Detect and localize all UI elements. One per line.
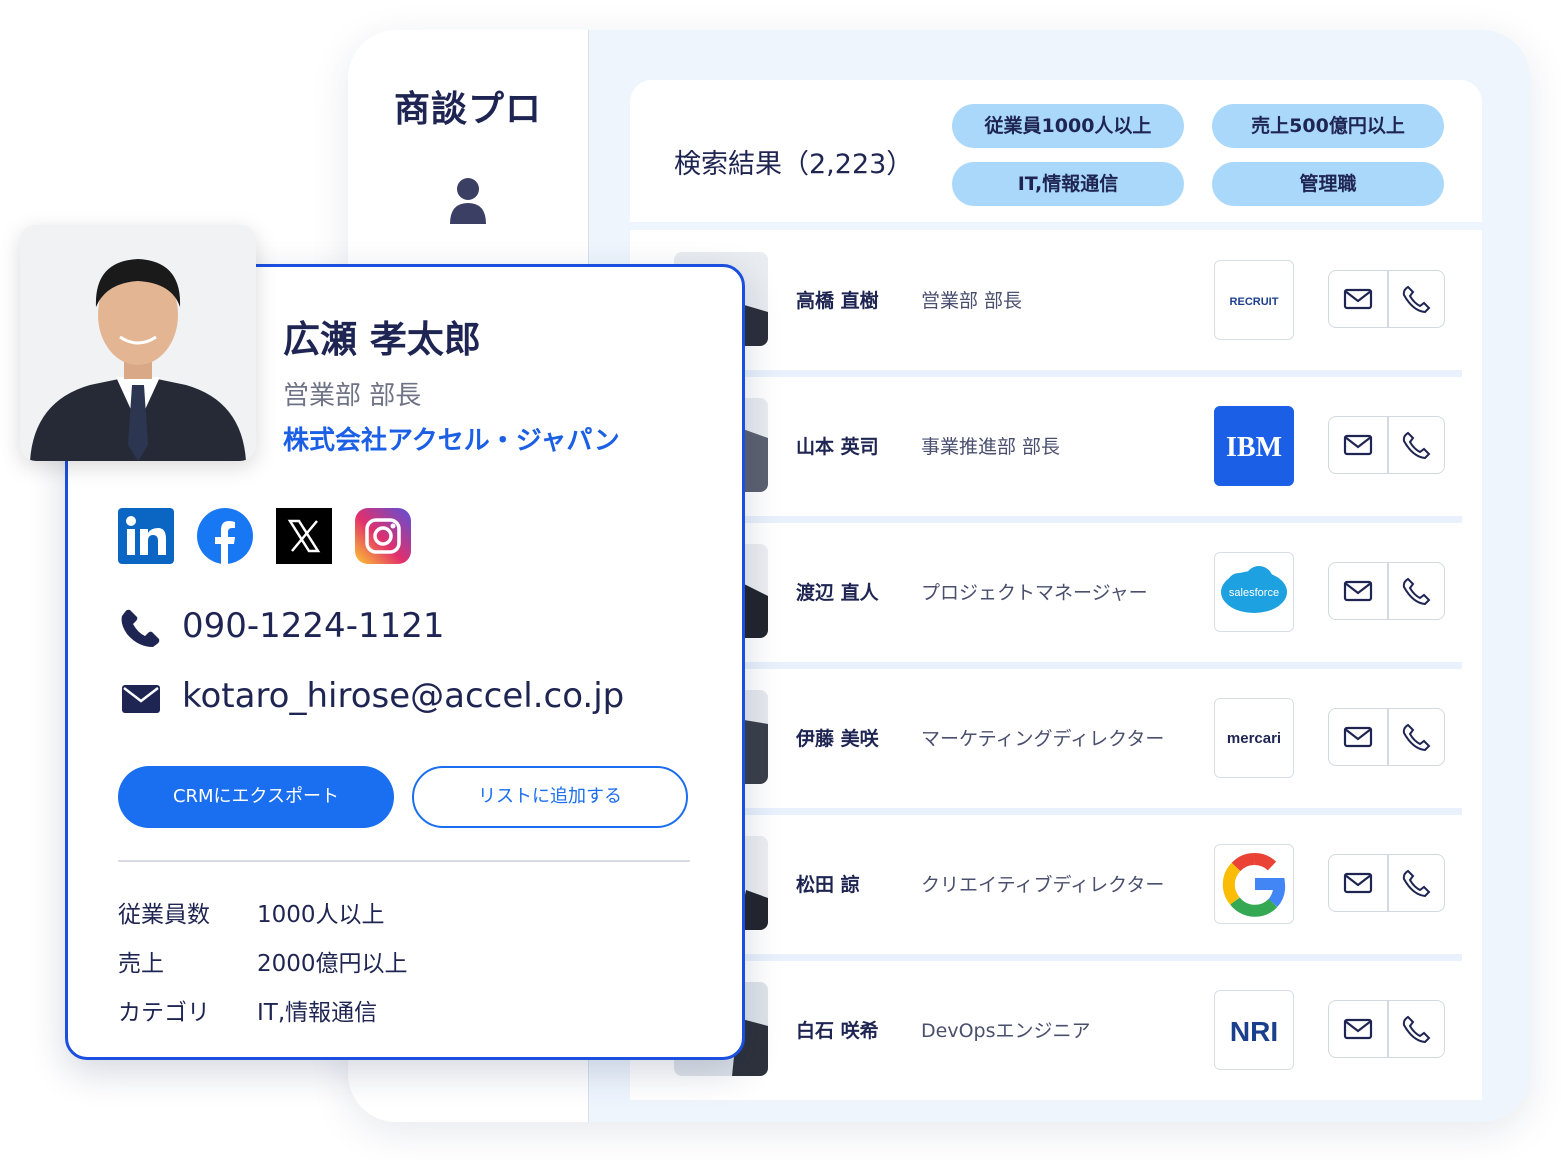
person-name: 松田 諒 bbox=[796, 874, 860, 896]
phone-icon bbox=[121, 609, 160, 647]
row-actions bbox=[1328, 270, 1445, 328]
profile-email[interactable]: kotaro_hirose@accel.co.jp bbox=[182, 676, 624, 716]
filter-chip-role[interactable]: 管理職 bbox=[1212, 162, 1444, 206]
table-row[interactable]: 渡辺 直人 プロジェクトマネージャー salesforce bbox=[630, 522, 1482, 662]
svg-text:mercari: mercari bbox=[1227, 730, 1281, 747]
person-title: マーケティングディレクター bbox=[921, 728, 1165, 750]
phone-icon[interactable] bbox=[1401, 431, 1431, 459]
svg-text:IBM: IBM bbox=[1226, 432, 1282, 463]
row-actions bbox=[1328, 416, 1445, 474]
row-actions bbox=[1328, 562, 1445, 620]
info-value-employees: 1000人以上 bbox=[257, 902, 385, 928]
mail-icon bbox=[122, 685, 160, 713]
info-label-revenue: 売上 bbox=[118, 951, 164, 977]
company-logo-recruit: RECRUIT bbox=[1214, 260, 1294, 340]
person-title: プロジェクトマネージャー bbox=[921, 582, 1148, 604]
phone-icon[interactable] bbox=[1401, 577, 1431, 605]
company-logo-mercari: mercari bbox=[1214, 698, 1294, 778]
info-value-revenue: 2000億円以上 bbox=[257, 951, 408, 977]
row-actions bbox=[1328, 1000, 1445, 1058]
person-title: 営業部 部長 bbox=[921, 290, 1023, 312]
table-row[interactable]: 伊藤 美咲 マーケティングディレクター mercari bbox=[630, 668, 1482, 808]
mail-icon[interactable] bbox=[1343, 1015, 1373, 1043]
profile-name: 広瀬 孝太郎 bbox=[283, 318, 481, 361]
info-label-category: カテゴリ bbox=[118, 1000, 210, 1026]
info-label-employees: 従業員数 bbox=[118, 902, 210, 928]
person-title: DevOpsエンジニア bbox=[921, 1020, 1091, 1042]
profile-title: 営業部 部長 bbox=[283, 381, 422, 411]
phone-icon[interactable] bbox=[1401, 1015, 1431, 1043]
svg-text:RECRUIT: RECRUIT bbox=[1230, 296, 1279, 308]
divider bbox=[118, 860, 690, 862]
table-row[interactable]: 白石 咲希 DevOpsエンジニア NRI bbox=[630, 960, 1482, 1100]
phone-icon[interactable] bbox=[1401, 285, 1431, 313]
results-header: 検索結果（2,223） 従業員1000人以上 売上500億円以上 IT,情報通信… bbox=[630, 80, 1482, 222]
person-name: 山本 英司 bbox=[796, 436, 879, 458]
filter-chip-employees[interactable]: 従業員1000人以上 bbox=[952, 104, 1184, 148]
person-name: 伊藤 美咲 bbox=[796, 728, 879, 750]
crm-export-button[interactable]: CRMにエクスポート bbox=[118, 766, 394, 828]
filter-chip-industry[interactable]: IT,情報通信 bbox=[952, 162, 1184, 206]
person-name: 高橋 直樹 bbox=[796, 290, 879, 312]
results-list: 高橋 直樹 営業部 部長 RECRUIT 山本 英司 事業推進部 部長 IBM … bbox=[630, 230, 1482, 1100]
info-value-category: IT,情報通信 bbox=[257, 1000, 378, 1026]
person-name: 白石 咲希 bbox=[796, 1020, 879, 1042]
phone-icon[interactable] bbox=[1401, 869, 1431, 897]
company-logo-nri: NRI bbox=[1214, 990, 1294, 1070]
filter-chip-revenue[interactable]: 売上500億円以上 bbox=[1212, 104, 1444, 148]
person-name: 渡辺 直人 bbox=[796, 582, 879, 604]
company-logo-google bbox=[1214, 844, 1294, 924]
mail-icon[interactable] bbox=[1343, 577, 1373, 605]
mail-icon[interactable] bbox=[1343, 285, 1373, 313]
mail-icon[interactable] bbox=[1343, 431, 1373, 459]
linkedin-icon[interactable] bbox=[118, 508, 174, 564]
svg-text:salesforce: salesforce bbox=[1229, 587, 1279, 599]
mail-icon[interactable] bbox=[1343, 723, 1373, 751]
brand-logo: 商談プロ bbox=[393, 89, 542, 130]
facebook-icon[interactable] bbox=[197, 508, 253, 564]
x-icon[interactable] bbox=[276, 508, 332, 564]
add-to-list-button[interactable]: リストに追加する bbox=[412, 766, 688, 828]
svg-text:NRI: NRI bbox=[1230, 1016, 1278, 1047]
person-title: クリエイティブディレクター bbox=[921, 874, 1165, 896]
company-logo-salesforce: salesforce bbox=[1214, 552, 1294, 632]
phone-icon[interactable] bbox=[1401, 723, 1431, 751]
table-row[interactable]: 山本 英司 事業推進部 部長 IBM bbox=[630, 376, 1482, 516]
instagram-icon[interactable] bbox=[355, 508, 411, 564]
table-row[interactable]: 高橋 直樹 営業部 部長 RECRUIT bbox=[630, 230, 1482, 370]
row-actions bbox=[1328, 708, 1445, 766]
table-row[interactable]: 松田 諒 クリエイティブディレクター bbox=[630, 814, 1482, 954]
results-title: 検索結果（2,223） bbox=[674, 149, 914, 180]
profile-company[interactable]: 株式会社アクセル・ジャパン bbox=[283, 420, 620, 457]
person-title: 事業推進部 部長 bbox=[921, 436, 1061, 458]
row-actions bbox=[1328, 854, 1445, 912]
company-logo-ibm: IBM bbox=[1214, 406, 1294, 486]
profile-avatar bbox=[20, 225, 256, 461]
mail-icon[interactable] bbox=[1343, 869, 1373, 897]
user-icon[interactable] bbox=[448, 176, 488, 226]
profile-phone[interactable]: 090-1224-1121 bbox=[182, 606, 445, 646]
